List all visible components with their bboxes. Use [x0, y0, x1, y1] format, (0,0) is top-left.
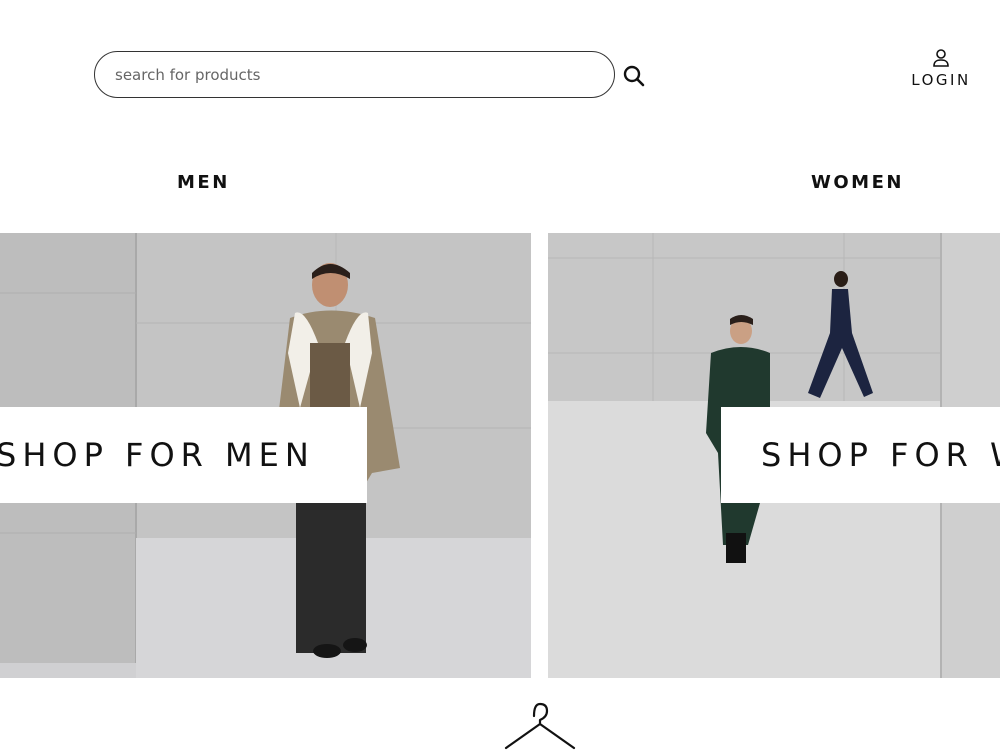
men-collection-banner[interactable]: SHOP FOR MEN: [0, 233, 531, 678]
women-collection-banner[interactable]: SHOP FOR WOMEN: [548, 233, 1000, 678]
user-icon: [905, 48, 977, 68]
category-women-link[interactable]: WOMEN: [811, 172, 904, 193]
shop-men-button[interactable]: SHOP FOR MEN: [0, 407, 367, 503]
hanger-icon: [504, 702, 576, 750]
login-button[interactable]: LOGIN: [905, 48, 977, 89]
search-icon[interactable]: [622, 64, 646, 88]
category-men-link[interactable]: MEN: [177, 172, 230, 193]
shop-men-label: SHOP FOR MEN: [0, 436, 315, 474]
search-input[interactable]: [113, 64, 614, 85]
search-bar: [94, 51, 615, 98]
shop-women-label: SHOP FOR WOMEN: [761, 436, 1000, 474]
shop-women-button[interactable]: SHOP FOR WOMEN: [721, 407, 1000, 503]
login-label: LOGIN: [911, 71, 971, 89]
